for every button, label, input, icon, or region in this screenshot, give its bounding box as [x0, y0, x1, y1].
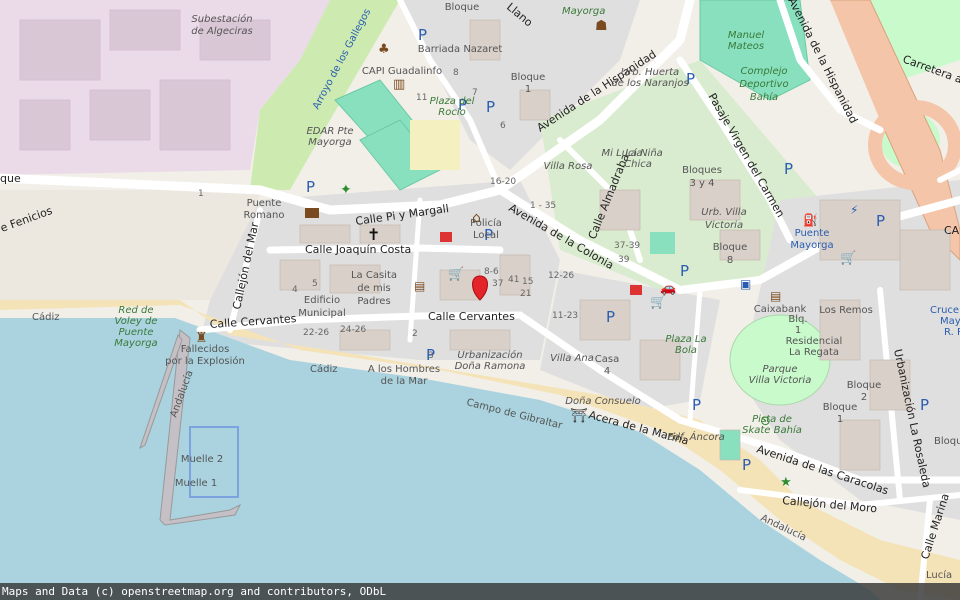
svg-text:3: 3 [428, 351, 434, 361]
charging-icon: ⚡ [850, 203, 858, 217]
svg-text:5: 5 [312, 279, 318, 289]
label-calle-joaquin-costa: Calle Joaquín Costa [305, 243, 411, 256]
svg-text:22-26: 22-26 [303, 328, 329, 338]
label-puente-mayorga: Puente Mayorga [790, 228, 833, 251]
label-muelle-1: Muelle 1 [175, 478, 217, 489]
svg-text:1: 1 [198, 189, 204, 199]
hospital-icon [440, 232, 452, 242]
parking-icon: P [742, 456, 751, 474]
school-icon: ☗ [595, 18, 608, 34]
label-villa-rosa: Villa Rosa [544, 161, 593, 172]
label-que: que [0, 172, 21, 185]
parking-icon: P [692, 396, 701, 414]
label-bloque-right: Bloque [934, 436, 960, 447]
svg-text:37-39: 37-39 [614, 241, 640, 251]
label-urb-dona-ramona: Urbanización Doña Ramona [455, 349, 526, 372]
map-attribution: Maps and Data (c) openstreetmap.org and … [0, 583, 960, 600]
parking-icon: P [606, 308, 615, 326]
label-manuel-mateos: Manuel Mateos [728, 30, 765, 52]
svg-text:41: 41 [508, 275, 519, 285]
svg-text:8: 8 [453, 68, 459, 78]
post-office-icon [305, 208, 319, 218]
library-icon: ▥ [393, 77, 405, 92]
label-muelle-2: Muelle 2 [181, 454, 223, 465]
svg-text:24-26: 24-26 [340, 325, 366, 335]
label-los-remos: Los Remos [819, 305, 873, 316]
bank-icon: ▤ [770, 289, 781, 303]
label-cadiz-1: Cádiz [32, 311, 60, 323]
community-icon: ♣ [378, 42, 390, 57]
label-ca: CA [944, 224, 960, 237]
bus-stop-icon: ▣ [740, 277, 751, 291]
parking-icon: P [680, 262, 689, 280]
parking-icon: P [486, 98, 495, 116]
parking-icon: P [920, 396, 929, 414]
parking-icon: P [784, 160, 793, 178]
svg-text:1 - 35: 1 - 35 [530, 201, 556, 211]
label-cadiz-2: Cádiz [310, 363, 338, 375]
svg-text:12-26: 12-26 [548, 271, 574, 281]
sand-area [410, 120, 460, 170]
parking-icon: P [876, 212, 885, 230]
label-calle-cervantes-east: Calle Cervantes [428, 310, 515, 323]
svg-text:7: 7 [472, 88, 478, 98]
pharmacy-icon [630, 285, 642, 295]
svg-text:8-6: 8-6 [484, 267, 499, 277]
parking-icon: P [418, 26, 427, 44]
small-pitch [650, 232, 675, 254]
label-lucia: Lucía [926, 569, 952, 581]
svg-text:16-20: 16-20 [490, 177, 516, 187]
svg-text:37: 37 [492, 279, 503, 289]
svg-text:39: 39 [618, 255, 630, 265]
shop-icon: 🛒 [840, 250, 856, 266]
label-red-voley: Red de Voley de Puente Mayorga [114, 305, 157, 349]
label-casita: La Casita de mis Padres [351, 270, 397, 307]
atm-icon: ▤ [414, 279, 425, 293]
svg-text:6: 6 [500, 121, 506, 131]
svg-text:21: 21 [520, 289, 531, 299]
parking-icon: P [306, 178, 315, 196]
map-canvas[interactable]: P P P P P P P P P P P P P P ✝ ⌂ ☗ ✦ ♜ ⛩ … [0, 0, 960, 600]
taxi-icon: 🚗 [660, 281, 676, 296]
label-edf-ancora: Edf. Áncora [667, 430, 724, 443]
svg-text:11: 11 [416, 93, 427, 103]
label-capi: CAPI Guadalinfo [362, 66, 442, 77]
label-dona-consuelo: Doña Consuelo [565, 396, 641, 407]
label-puente-romano: Puente Romano [244, 198, 285, 221]
park-villa-victoria [729, 314, 831, 406]
shop-icon: 🛒 [650, 294, 666, 310]
sports-icon: ✦ [340, 182, 352, 198]
svg-text:15: 15 [522, 277, 533, 287]
playground-icon: ★ [780, 475, 792, 490]
landmark-icon: ⛩ [570, 408, 588, 424]
label-urb-huerta: Urb. Huerta de los Naranjos [611, 67, 688, 89]
church-icon: ✝ [367, 225, 380, 244]
svg-text:11-23: 11-23 [552, 311, 578, 321]
label-barriada: Barriada Nazaret [418, 44, 503, 55]
label-mayorga: Mayorga [562, 6, 605, 17]
label-villa-ana: Villa Ana [550, 353, 594, 364]
shop-icon: 🛒 [448, 266, 464, 282]
label-edar: EDAR Pte Mayorga [306, 126, 353, 148]
svg-text:4: 4 [292, 285, 298, 295]
fuel-icon: ⛽ [803, 213, 818, 227]
svg-text:2: 2 [412, 329, 418, 339]
label-bloque-top: Bloque [445, 2, 480, 13]
